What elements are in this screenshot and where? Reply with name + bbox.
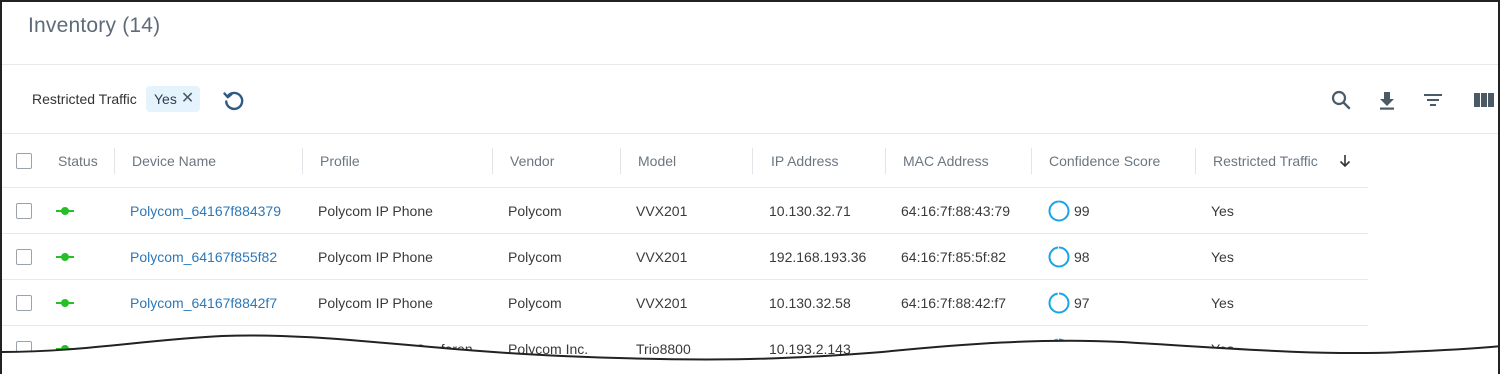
profile-cell: Polycom IP Phone (318, 294, 433, 311)
confidence-score-value: 97 (1074, 294, 1090, 311)
column-divider[interactable] (492, 148, 493, 174)
search-button[interactable] (1329, 88, 1353, 112)
ip-address-cell: 10.130.32.58 (769, 294, 851, 311)
column-divider[interactable] (302, 148, 303, 174)
online-status-icon (56, 252, 74, 262)
column-header-vendor[interactable]: Vendor (510, 134, 554, 187)
column-divider[interactable] (1031, 148, 1032, 174)
torn-edge (2, 334, 1498, 374)
page-title: Inventory (14) (28, 14, 161, 37)
mac-address-cell: 64:16:7f:88:42:f7 (901, 294, 1007, 311)
download-icon (1380, 92, 1394, 110)
status-cell (56, 234, 74, 279)
inventory-panel: Inventory (14) Restricted Traffic Yes ✕ (0, 0, 1500, 374)
close-icon[interactable]: ✕ (181, 91, 194, 107)
vendor-cell: Polycom (508, 294, 562, 311)
columns-icon (1474, 93, 1494, 107)
sort-desc-icon[interactable] (1338, 134, 1352, 187)
row-checkbox[interactable] (16, 202, 32, 219)
status-cell (56, 280, 74, 325)
restricted-traffic-cell: Yes (1211, 202, 1234, 219)
filter-chip-restricted-traffic[interactable]: Yes ✕ (146, 86, 201, 112)
confidence-score-value: 99 (1074, 202, 1090, 219)
row-checkbox-cell (16, 188, 32, 233)
filter-chip-value: Yes (154, 91, 177, 107)
download-button[interactable] (1375, 88, 1399, 112)
reset-filters-button[interactable] (220, 86, 248, 114)
online-status-icon (56, 206, 74, 216)
row-checkbox[interactable] (16, 294, 32, 311)
column-header-device-name[interactable]: Device Name (132, 134, 216, 187)
column-divider[interactable] (1195, 148, 1196, 174)
column-header-restricted-traffic[interactable]: Restricted Traffic (1213, 134, 1318, 187)
device-name-link[interactable]: Polycom_64167f855f82 (130, 234, 277, 279)
filter-label: Restricted Traffic (32, 91, 137, 107)
columns-button[interactable] (1472, 88, 1496, 112)
confidence-ring-icon (1048, 246, 1070, 267)
confidence-score-cell: 98 (1048, 234, 1090, 279)
vendor-cell: Polycom (508, 202, 562, 219)
ip-address-cell: 10.130.32.71 (769, 202, 851, 219)
filter-icon (1424, 94, 1442, 106)
row-checkbox[interactable] (16, 248, 32, 265)
model-cell: VVX201 (636, 202, 688, 219)
restricted-traffic-cell: Yes (1211, 294, 1234, 311)
column-divider[interactable] (620, 148, 621, 174)
column-header-model[interactable]: Model (638, 134, 676, 187)
column-divider[interactable] (114, 148, 115, 174)
ip-address-cell: 192.168.193.36 (769, 248, 867, 265)
confidence-ring-icon (1048, 200, 1070, 221)
column-header-mac-address[interactable]: MAC Address (903, 134, 989, 187)
restricted-traffic-cell: Yes (1211, 248, 1234, 265)
row-checkbox-cell (16, 234, 32, 279)
column-header-status[interactable]: Status (58, 134, 98, 187)
table-header: Status Device Name Profile Vendor Model … (2, 134, 1368, 188)
confidence-ring-icon (1048, 292, 1070, 313)
column-header-confidence-score[interactable]: Confidence Score (1049, 134, 1160, 187)
filter-button[interactable] (1421, 88, 1445, 112)
profile-cell: Polycom IP Phone (318, 248, 433, 265)
select-all-checkbox[interactable] (16, 152, 32, 169)
status-cell (56, 188, 74, 233)
select-all-cell (16, 134, 32, 187)
confidence-score-cell: 99 (1048, 188, 1090, 233)
table-row[interactable]: Polycom_64167f8842f7 Polycom IP Phone Po… (2, 280, 1368, 326)
table-row[interactable]: Polycom_64167f884379 Polycom IP Phone Po… (2, 188, 1368, 234)
row-checkbox-cell (16, 280, 32, 325)
profile-cell: Polycom IP Phone (318, 202, 433, 219)
mac-address-cell: 64:16:7f:85:5f:82 (901, 248, 1007, 265)
column-divider[interactable] (885, 148, 886, 174)
device-name-link[interactable]: Polycom_64167f884379 (130, 188, 281, 233)
online-status-icon (56, 298, 74, 308)
vendor-cell: Polycom (508, 248, 562, 265)
confidence-score-cell: 97 (1048, 280, 1090, 325)
search-icon (1331, 90, 1351, 110)
divider (2, 64, 1498, 65)
table-row[interactable]: Polycom_64167f855f82 Polycom IP Phone Po… (2, 234, 1368, 280)
model-cell: VVX201 (636, 248, 688, 265)
refresh-icon (223, 91, 244, 111)
column-divider[interactable] (752, 148, 753, 174)
column-header-ip-address[interactable]: IP Address (771, 134, 838, 187)
device-name-link[interactable]: Polycom_64167f8842f7 (130, 280, 277, 325)
confidence-score-value: 98 (1074, 248, 1090, 265)
mac-address-cell: 64:16:7f:88:43:79 (901, 202, 1010, 219)
column-header-profile[interactable]: Profile (320, 134, 360, 187)
model-cell: VVX201 (636, 294, 688, 311)
filter-bar: Restricted Traffic Yes ✕ (2, 66, 1498, 134)
